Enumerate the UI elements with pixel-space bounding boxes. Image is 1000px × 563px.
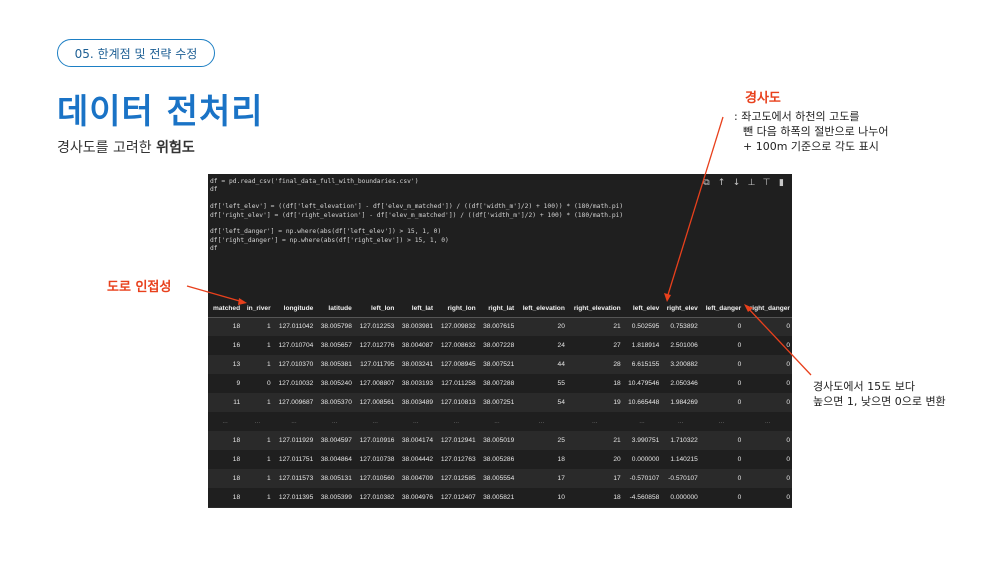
danger-arrow-line	[746, 306, 812, 376]
annotation-arrows	[186, 116, 812, 376]
road-arrow-line	[186, 285, 244, 303]
road-arrowhead	[238, 298, 247, 305]
slope-arrow-line	[666, 116, 724, 299]
slope-arrowhead	[664, 293, 671, 302]
danger-arrowhead	[744, 304, 753, 312]
